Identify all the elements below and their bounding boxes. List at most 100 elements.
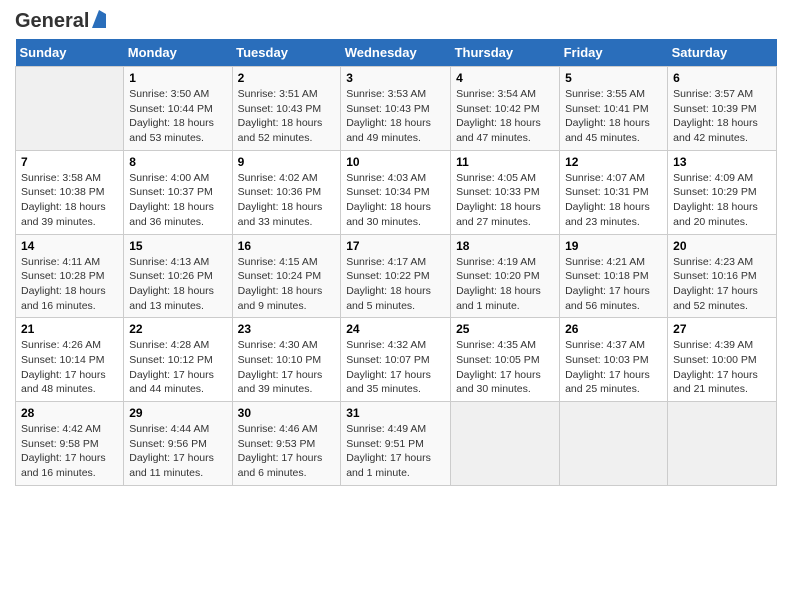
day-detail: Sunrise: 4:39 AMSunset: 10:00 PMDaylight… [673, 338, 771, 397]
day-number: 24 [346, 322, 445, 336]
day-detail: Sunrise: 3:58 AMSunset: 10:38 PMDaylight… [21, 171, 118, 230]
calendar-cell: 18 Sunrise: 4:19 AMSunset: 10:20 PMDaylig… [451, 234, 560, 318]
day-number: 5 [565, 71, 662, 85]
day-detail: Sunrise: 4:19 AMSunset: 10:20 PMDaylight… [456, 255, 554, 314]
calendar-cell: 14Sunrise: 4:11 AMSunset: 10:28 PMDaylig… [16, 234, 124, 318]
calendar-cell: 25 Sunrise: 4:35 AMSunset: 10:05 PMDaylig… [451, 318, 560, 402]
day-number: 6 [673, 71, 771, 85]
calendar-cell: 22 Sunrise: 4:28 AMSunset: 10:12 PMDaylig… [124, 318, 232, 402]
day-detail: Sunrise: 4:07 AMSunset: 10:31 PMDaylight… [565, 171, 662, 230]
calendar-cell: 10 Sunrise: 4:03 AMSunset: 10:34 PMDaylig… [341, 150, 451, 234]
day-detail: Sunrise: 4:23 AMSunset: 10:16 PMDaylight… [673, 255, 771, 314]
calendar-cell: 13 Sunrise: 4:09 AMSunset: 10:29 PMDaylig… [668, 150, 777, 234]
day-number: 29 [129, 406, 226, 420]
calendar-cell: 31 Sunrise: 4:49 AMSunset: 9:51 PMDayligh… [341, 402, 451, 486]
column-header-thursday: Thursday [451, 39, 560, 67]
calendar-week-row: 28 Sunrise: 4:42 AMSunset: 9:58 PMDayligh… [16, 402, 777, 486]
column-header-sunday: Sunday [16, 39, 124, 67]
calendar-cell [560, 402, 668, 486]
day-number: 20 [673, 239, 771, 253]
column-header-friday: Friday [560, 39, 668, 67]
day-number: 16 [238, 239, 336, 253]
day-detail: Sunrise: 4:15 AMSunset: 10:24 PMDaylight… [238, 255, 336, 314]
day-detail: Sunrise: 4:32 AMSunset: 10:07 PMDaylight… [346, 338, 445, 397]
calendar-cell: 19 Sunrise: 4:21 AMSunset: 10:18 PMDaylig… [560, 234, 668, 318]
calendar-cell: 24 Sunrise: 4:32 AMSunset: 10:07 PMDaylig… [341, 318, 451, 402]
calendar-cell: 27 Sunrise: 4:39 AMSunset: 10:00 PMDaylig… [668, 318, 777, 402]
day-detail: Sunrise: 3:57 AMSunset: 10:39 PMDaylight… [673, 87, 771, 146]
calendar-week-row: 14Sunrise: 4:11 AMSunset: 10:28 PMDaylig… [16, 234, 777, 318]
calendar-cell [451, 402, 560, 486]
day-number: 10 [346, 155, 445, 169]
calendar-week-row: 21Sunrise: 4:26 AMSunset: 10:14 PMDaylig… [16, 318, 777, 402]
day-detail: Sunrise: 4:02 AMSunset: 10:36 PMDaylight… [238, 171, 336, 230]
day-number: 25 [456, 322, 554, 336]
calendar-table: SundayMondayTuesdayWednesdayThursdayFrid… [15, 39, 777, 486]
day-detail: Sunrise: 4:00 AMSunset: 10:37 PMDaylight… [129, 171, 226, 230]
calendar-cell: 5Sunrise: 3:55 AMSunset: 10:41 PMDayligh… [560, 67, 668, 151]
calendar-week-row: 1 Sunrise: 3:50 AMSunset: 10:44 PMDayligh… [16, 67, 777, 151]
day-number: 12 [565, 155, 662, 169]
day-detail: Sunrise: 4:35 AMSunset: 10:05 PMDaylight… [456, 338, 554, 397]
calendar-cell: 1 Sunrise: 3:50 AMSunset: 10:44 PMDayligh… [124, 67, 232, 151]
day-number: 17 [346, 239, 445, 253]
day-number: 27 [673, 322, 771, 336]
calendar-cell: 16 Sunrise: 4:15 AMSunset: 10:24 PMDaylig… [232, 234, 341, 318]
column-header-wednesday: Wednesday [341, 39, 451, 67]
day-detail: Sunrise: 4:17 AMSunset: 10:22 PMDaylight… [346, 255, 445, 314]
day-detail: Sunrise: 4:44 AMSunset: 9:56 PMDaylight:… [129, 422, 226, 481]
day-number: 2 [238, 71, 336, 85]
day-detail: Sunrise: 3:51 AMSunset: 10:43 PMDaylight… [238, 87, 336, 146]
day-detail: Sunrise: 3:50 AMSunset: 10:44 PMDaylight… [129, 87, 226, 146]
calendar-cell: 29 Sunrise: 4:44 AMSunset: 9:56 PMDayligh… [124, 402, 232, 486]
day-detail: Sunrise: 4:26 AMSunset: 10:14 PMDaylight… [21, 338, 118, 397]
day-detail: Sunrise: 4:28 AMSunset: 10:12 PMDaylight… [129, 338, 226, 397]
calendar-cell: 6 Sunrise: 3:57 AMSunset: 10:39 PMDayligh… [668, 67, 777, 151]
day-number: 4 [456, 71, 554, 85]
column-header-tuesday: Tuesday [232, 39, 341, 67]
calendar-cell: 17 Sunrise: 4:17 AMSunset: 10:22 PMDaylig… [341, 234, 451, 318]
day-number: 28 [21, 406, 118, 420]
calendar-cell [668, 402, 777, 486]
day-number: 18 [456, 239, 554, 253]
day-number: 8 [129, 155, 226, 169]
day-detail: Sunrise: 4:03 AMSunset: 10:34 PMDaylight… [346, 171, 445, 230]
day-number: 11 [456, 155, 554, 169]
calendar-cell: 4 Sunrise: 3:54 AMSunset: 10:42 PMDayligh… [451, 67, 560, 151]
day-number: 14 [21, 239, 118, 253]
day-number: 13 [673, 155, 771, 169]
calendar-cell: 3Sunrise: 3:53 AMSunset: 10:43 PMDayligh… [341, 67, 451, 151]
day-number: 23 [238, 322, 336, 336]
day-number: 7 [21, 155, 118, 169]
day-detail: Sunrise: 4:09 AMSunset: 10:29 PMDaylight… [673, 171, 771, 230]
day-number: 1 [129, 71, 226, 85]
day-detail: Sunrise: 4:13 AMSunset: 10:26 PMDaylight… [129, 255, 226, 314]
calendar-header-row: SundayMondayTuesdayWednesdayThursdayFrid… [16, 39, 777, 67]
calendar-cell: 7 Sunrise: 3:58 AMSunset: 10:38 PMDayligh… [16, 150, 124, 234]
day-number: 9 [238, 155, 336, 169]
logo-general: General [15, 10, 89, 33]
calendar-cell: 9 Sunrise: 4:02 AMSunset: 10:36 PMDayligh… [232, 150, 341, 234]
day-number: 26 [565, 322, 662, 336]
day-detail: Sunrise: 4:42 AMSunset: 9:58 PMDaylight:… [21, 422, 118, 481]
day-detail: Sunrise: 4:05 AMSunset: 10:33 PMDaylight… [456, 171, 554, 230]
day-number: 22 [129, 322, 226, 336]
page-header: General [15, 10, 777, 33]
day-detail: Sunrise: 4:21 AMSunset: 10:18 PMDaylight… [565, 255, 662, 314]
calendar-cell: 21Sunrise: 4:26 AMSunset: 10:14 PMDaylig… [16, 318, 124, 402]
calendar-cell: 11 Sunrise: 4:05 AMSunset: 10:33 PMDaylig… [451, 150, 560, 234]
calendar-week-row: 7 Sunrise: 3:58 AMSunset: 10:38 PMDayligh… [16, 150, 777, 234]
calendar-cell: 23Sunrise: 4:30 AMSunset: 10:10 PMDaylig… [232, 318, 341, 402]
day-detail: Sunrise: 3:54 AMSunset: 10:42 PMDaylight… [456, 87, 554, 146]
day-number: 31 [346, 406, 445, 420]
calendar-cell: 30Sunrise: 4:46 AMSunset: 9:53 PMDayligh… [232, 402, 341, 486]
day-detail: Sunrise: 4:49 AMSunset: 9:51 PMDaylight:… [346, 422, 445, 481]
calendar-cell: 28 Sunrise: 4:42 AMSunset: 9:58 PMDayligh… [16, 402, 124, 486]
day-number: 19 [565, 239, 662, 253]
calendar-cell: 8 Sunrise: 4:00 AMSunset: 10:37 PMDayligh… [124, 150, 232, 234]
calendar-cell [16, 67, 124, 151]
day-number: 30 [238, 406, 336, 420]
logo: General [15, 10, 106, 33]
calendar-cell: 20 Sunrise: 4:23 AMSunset: 10:16 PMDaylig… [668, 234, 777, 318]
column-header-monday: Monday [124, 39, 232, 67]
